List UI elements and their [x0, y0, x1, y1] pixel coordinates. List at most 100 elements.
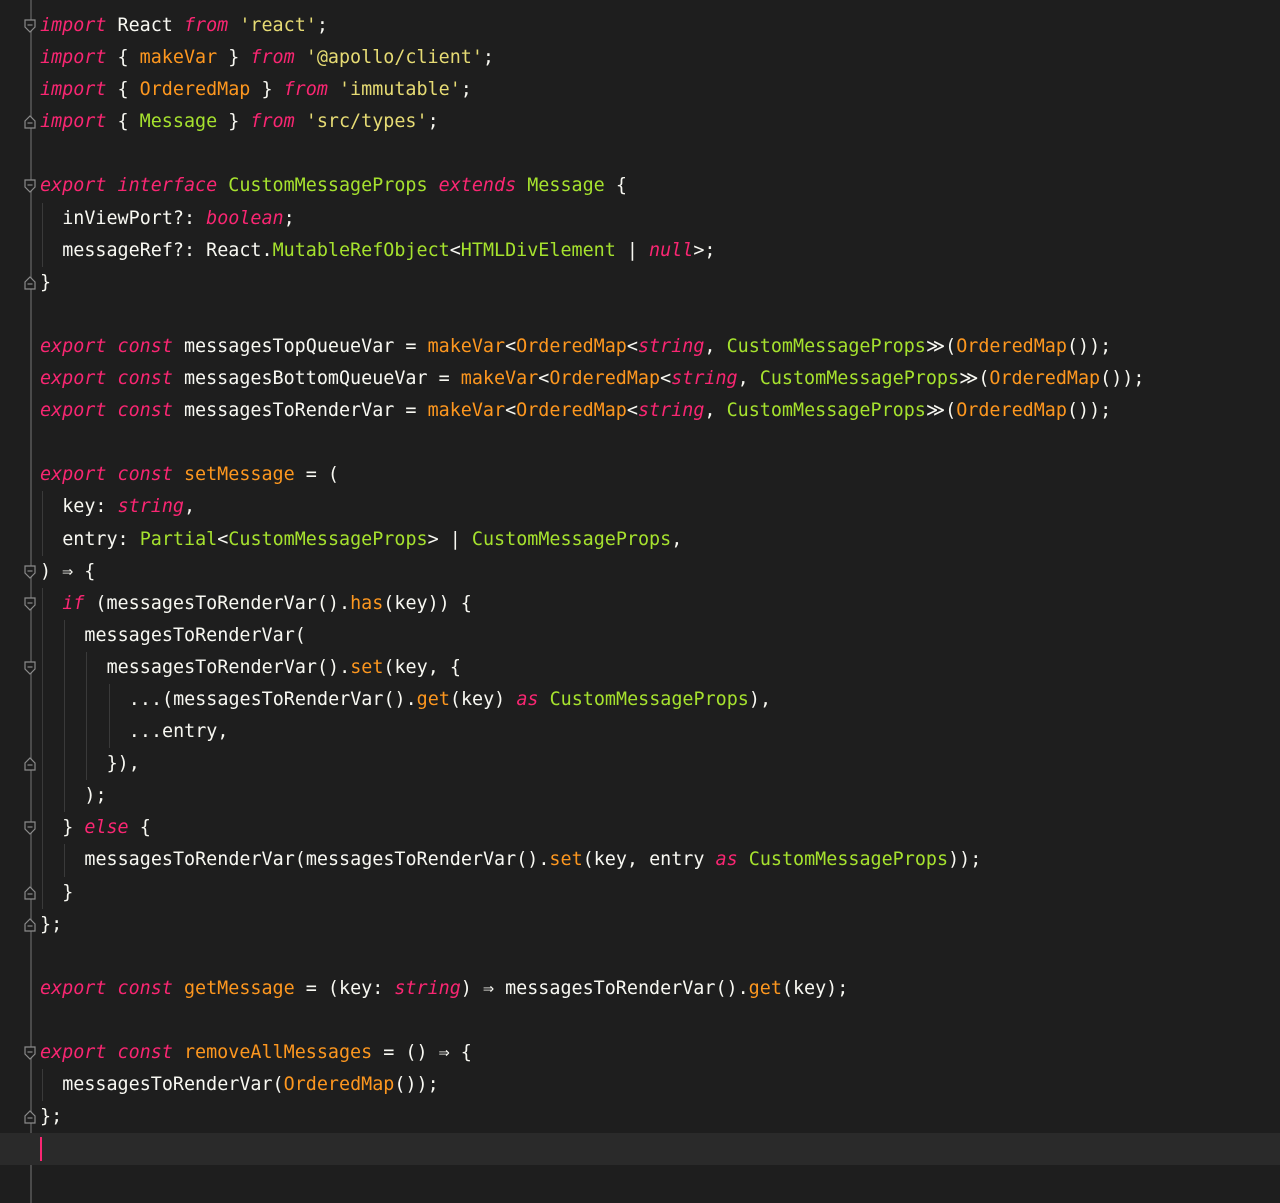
code-line[interactable]: [0, 138, 1280, 170]
code-token: 'react': [239, 15, 317, 36]
code-line-text: export const getMessage = (key: string) …: [40, 973, 848, 1005]
code-token: export: [40, 464, 107, 486]
code-line[interactable]: );: [0, 780, 1280, 813]
code-token: string: [671, 368, 738, 390]
code-token: CustomMessageProps: [228, 528, 428, 550]
code-token: ;: [482, 47, 494, 69]
code-token: setMessage: [183, 464, 295, 486]
code-line[interactable]: };: [0, 909, 1280, 941]
indent-guide: [64, 780, 66, 813]
code-token: 'immutable': [338, 79, 461, 101]
code-line-text: ) ⇒ {: [40, 556, 95, 588]
code-token: '@apollo/client': [305, 47, 483, 69]
code-line[interactable]: import { OrderedMap } from 'immutable';: [0, 74, 1280, 106]
code-line[interactable]: };: [0, 1101, 1280, 1133]
code-token: }: [40, 271, 52, 293]
code-token: const: [117, 977, 173, 999]
code-line-text: key: string,: [62, 491, 195, 523]
code-token: CustomMessageProps: [228, 175, 428, 197]
code-line[interactable]: export const messagesBottomQueueVar = ma…: [0, 363, 1280, 395]
code-line[interactable]: [0, 427, 1280, 459]
code-line[interactable]: export const messagesTopQueueVar = makeV…: [0, 331, 1280, 363]
code-line-text: } else {: [62, 812, 151, 844]
code-token: ≫(: [959, 368, 990, 390]
code-token: from: [250, 111, 295, 133]
code-line[interactable]: inViewPort?: boolean;: [0, 202, 1280, 235]
code-token: makeVar: [460, 368, 539, 390]
indent-guide: [86, 716, 88, 749]
code-token: get: [416, 688, 450, 710]
code-token: {: [128, 817, 151, 839]
code-token: OrderedMap: [956, 335, 1067, 357]
code-line[interactable]: } else {: [0, 812, 1280, 845]
code-token: get: [748, 977, 782, 999]
code-token: ,: [184, 496, 196, 518]
indent-guide: [42, 844, 43, 877]
code-line[interactable]: export interface CustomMessageProps exte…: [0, 170, 1280, 202]
code-token: CustomMessageProps: [748, 849, 949, 871]
code-token: getMessage: [183, 977, 295, 999]
indent-guide: [86, 683, 88, 717]
code-editor[interactable]: import React from 'react'; import { makeV…: [0, 0, 1280, 1203]
code-line[interactable]: export const removeAllMessages = () ⇒ {: [0, 1037, 1280, 1069]
code-line[interactable]: ...entry,: [0, 716, 1280, 749]
code-line[interactable]: import React from 'react';: [0, 10, 1280, 42]
code-line[interactable]: ) ⇒ {: [0, 556, 1280, 588]
code-token: (key);: [781, 977, 849, 999]
code-token: string: [394, 977, 461, 999]
code-token: CustomMessageProps: [726, 335, 926, 357]
code-line[interactable]: export const getMessage = (key: string) …: [0, 973, 1280, 1005]
code-token: messagesToRenderVar(: [84, 624, 306, 646]
code-line[interactable]: ...(messagesToRenderVar().get(key) as Cu…: [0, 683, 1280, 717]
code-token: export: [40, 1042, 107, 1063]
code-token: ;: [460, 79, 472, 101]
code-line[interactable]: [0, 1133, 1280, 1166]
code-token: >;: [693, 239, 716, 261]
code-token: makeVar: [139, 47, 218, 69]
code-token: ;: [316, 15, 328, 36]
indent-guide: [64, 683, 66, 717]
code-line[interactable]: messagesToRenderVar().set(key, {: [0, 651, 1280, 684]
code-token: messageRef?: React.: [62, 239, 273, 261]
code-line[interactable]: export const setMessage = (: [0, 459, 1280, 491]
code-line[interactable]: [0, 1005, 1280, 1037]
code-token: from: [283, 79, 328, 101]
code-token: <: [626, 400, 638, 422]
code-line[interactable]: messagesToRenderVar(: [0, 619, 1280, 652]
code-token: ());: [394, 1074, 439, 1096]
code-token: ),: [748, 688, 772, 710]
code-line-text: ...(messagesToRenderVar().get(key) as Cu…: [129, 684, 771, 716]
code-line-text: import { OrderedMap } from 'immutable';: [40, 74, 472, 106]
code-line[interactable]: }: [0, 876, 1280, 909]
code-token: (messagesToRenderVar().: [84, 592, 351, 614]
code-line[interactable]: }: [0, 267, 1280, 299]
code-line[interactable]: if (messagesToRenderVar().has(key)) {: [0, 587, 1280, 620]
code-token: export: [40, 175, 107, 197]
code-line[interactable]: key: string,: [0, 491, 1280, 524]
code-line[interactable]: [0, 299, 1280, 331]
code-token: {: [106, 79, 140, 101]
code-line[interactable]: messageRef?: React.MutableRefObject<HTML…: [0, 234, 1280, 267]
code-line[interactable]: export const messagesToRenderVar = makeV…: [0, 395, 1280, 427]
code-line[interactable]: entry: Partial<CustomMessageProps> | Cus…: [0, 523, 1280, 556]
code-line-text: export const setMessage = (: [40, 459, 339, 491]
code-token: boolean: [206, 207, 284, 229]
code-line[interactable]: import { Message } from 'src/types';: [0, 106, 1280, 138]
code-token: Message: [527, 175, 605, 197]
indent-guide: [42, 683, 43, 717]
code-token: }: [62, 817, 85, 839]
code-line[interactable]: [0, 941, 1280, 973]
code-token: ...(messagesToRenderVar().: [128, 688, 417, 710]
code-line[interactable]: import { makeVar } from '@apollo/client'…: [0, 42, 1280, 74]
code-line-text: ...entry,: [129, 716, 229, 748]
code-token: }: [62, 881, 74, 903]
code-area[interactable]: import React from 'react'; import { makeV…: [0, 10, 1280, 1166]
code-token: const: [117, 368, 173, 390]
code-line[interactable]: }),: [0, 748, 1280, 781]
code-line[interactable]: messagesToRenderVar(messagesToRenderVar(…: [0, 844, 1280, 877]
code-line[interactable]: messagesToRenderVar(OrderedMap());: [0, 1069, 1280, 1102]
